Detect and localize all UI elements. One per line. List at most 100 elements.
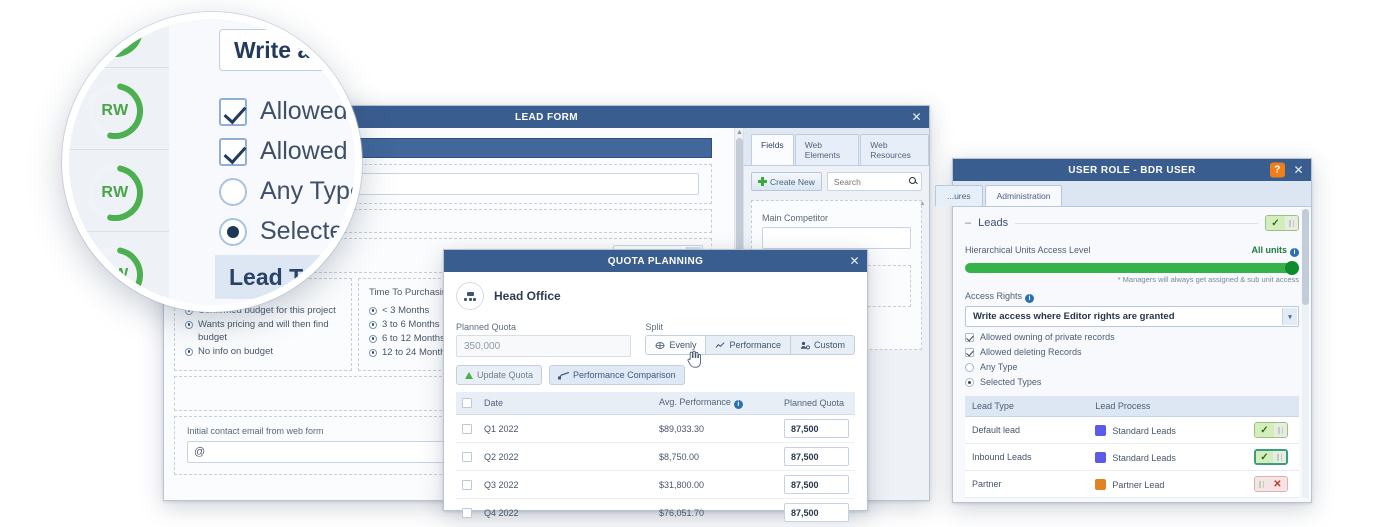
scroll-up-icon[interactable]: ▲ [919,201,926,207]
toggle-handle [1274,423,1287,437]
leads-section-toggle[interactable]: ✓ [1265,215,1299,231]
user-role-body: – Leads ✓ Hierarchical Units Access Leve… [953,207,1311,502]
info-icon[interactable]: i [1290,248,1299,257]
color-swatch [1095,425,1106,436]
column-lead-type: Lead Type [965,396,1088,417]
quota-toolbar: Update Quota Performance Comparison [456,365,855,385]
lead-type-cell: Default lead [965,417,1088,444]
rw-badge: RW [87,247,143,303]
selected-types-radio-row[interactable]: Selected Types [965,377,1299,387]
arrow-up-icon [465,372,473,379]
table-row[interactable]: Default lead Standard Leads ✓ [965,417,1299,444]
radio-icon[interactable] [965,363,974,372]
radio-icon [369,321,377,329]
quota-close-icon[interactable]: ✕ [850,255,860,267]
planned-quota-input[interactable]: 87,500 [784,447,849,466]
planned-quota-group: Planned Quota 350,000 [456,322,631,357]
avg-performance-cell: $8,750.00 [653,443,778,471]
budget-option[interactable]: Confirmed budget for this project [185,304,341,317]
collapse-icon[interactable]: – [965,219,971,227]
toggle-check-icon: ✓ [1255,423,1274,437]
update-quota-button[interactable]: Update Quota [456,365,542,385]
help-icon[interactable]: ? [1270,163,1285,178]
quota-controls-row: Planned Quota 350,000 Split Evenly [456,322,855,357]
performance-comparison-button[interactable]: Performance Comparison [549,365,685,385]
hierarchical-access-slider[interactable] [965,263,1299,273]
table-row[interactable]: Q3 2022 $31,800.00 87,500 [456,471,855,499]
allowed-owning-checkbox-row[interactable]: Allowed owning of private records [965,332,1299,342]
info-icon[interactable]: i [1025,294,1034,303]
row-checkbox[interactable] [462,508,472,518]
info-icon[interactable]: i [734,400,743,409]
planned-quota-cell: 87,500 [778,471,855,499]
user-role-scrollbar[interactable] [1302,209,1309,498]
checkbox-icon[interactable] [965,333,974,342]
tab-web-resources[interactable]: Web Resources [860,134,929,165]
access-rights-dropdown[interactable]: Write access where Editor rights are gra… [965,306,1299,327]
select-all-checkbox[interactable] [462,398,472,408]
table-row[interactable]: Q2 2022 $8,750.00 87,500 [456,443,855,471]
tab-web-elements[interactable]: Web Elements [795,134,860,165]
lead-form-text-input[interactable] [187,173,699,195]
tab-fields[interactable]: Fields [751,134,794,165]
color-swatch [1095,479,1106,490]
field-search-box[interactable] [827,172,922,191]
lead-form-field-group-1 [174,164,712,204]
row-checkbox[interactable] [462,424,472,434]
row-checkbox[interactable] [462,452,472,462]
hierarchical-access-value: All units [1252,245,1288,255]
create-new-button[interactable]: Create New [751,172,822,191]
budget-option-label: Confirmed budget for this project [198,304,341,317]
split-performance-button[interactable]: Performance [706,336,791,354]
table-row[interactable]: Q4 2022 $76,051.70 87,500 [456,499,855,527]
plus-icon [758,177,767,186]
lead-process-label: Standard Leads [1112,453,1176,463]
row-toggle[interactable]: ✓ [1254,449,1288,465]
scroll-up-icon[interactable]: ▲ [736,130,743,136]
tab-features[interactable]: ...ures [935,185,983,206]
split-evenly-button[interactable]: Evenly [646,336,706,354]
row-select-cell [456,499,478,527]
user-role-close-icon[interactable]: ✕ [1294,164,1304,176]
magnified-access-rights-value[interactable]: Write ac [219,29,362,71]
progress-ring-icon [87,247,143,303]
lead-types-table: Lead Type Lead Process Default lead Stan… [965,396,1299,498]
split-custom-button[interactable]: Custom [791,336,854,354]
any-type-radio-row[interactable]: Any Type [965,362,1299,372]
table-row[interactable]: Q1 2022 $89,033.30 87,500 [456,415,855,443]
row-toggle[interactable]: ✓ [1254,422,1288,438]
row-checkbox[interactable] [462,480,472,490]
table-row[interactable]: Inbound Leads Standard Leads ✓ [965,444,1299,471]
budget-option-label: Wants pricing and will then find budget [198,318,341,344]
main-competitor-input[interactable] [762,227,911,249]
planned-quota-cell: 87,500 [778,415,855,443]
field-list-scrollbar[interactable]: ▲ [919,201,926,349]
scrollbar-thumb[interactable] [1302,209,1309,305]
column-date: Date [478,392,653,415]
checkbox-icon[interactable] [965,348,974,357]
budget-option[interactable]: No info on budget [185,345,341,358]
budget-option[interactable]: Wants pricing and will then find budget [185,318,341,344]
lead-form-close-icon[interactable]: ✕ [912,111,922,123]
tab-administration[interactable]: Administration [985,185,1063,206]
progress-ring-icon [87,83,143,139]
planned-quota-input[interactable]: 87,500 [784,475,849,494]
allowed-deleting-checkbox-row[interactable]: Allowed deleting Records [965,347,1299,357]
row-select-cell [456,443,478,471]
row-toggle[interactable]: ✕ [1254,476,1288,492]
quota-titlebar: QUOTA PLANNING ✕ [444,250,867,272]
toggle-handle [1273,451,1286,463]
search-input[interactable] [828,173,921,190]
scrollbar-thumb[interactable] [736,138,743,258]
allowed-owning-label: Allowed owning of private records [980,332,1115,342]
user-role-window: USER ROLE - BDR USER ? ✕ ...ures Adminis… [952,158,1312,503]
slider-knob[interactable] [1285,261,1299,275]
radio-icon[interactable] [965,378,974,387]
table-row[interactable]: Partner Partner Lead ✕ [965,471,1299,498]
state-cell: ✓ [1247,417,1299,444]
trend-line-icon [715,341,725,350]
split-group: Split Evenly [645,322,855,357]
planned-quota-input[interactable]: 87,500 [784,503,849,522]
planned-quota-input[interactable]: 87,500 [784,419,849,438]
planned-quota-input[interactable]: 350,000 [456,335,631,357]
